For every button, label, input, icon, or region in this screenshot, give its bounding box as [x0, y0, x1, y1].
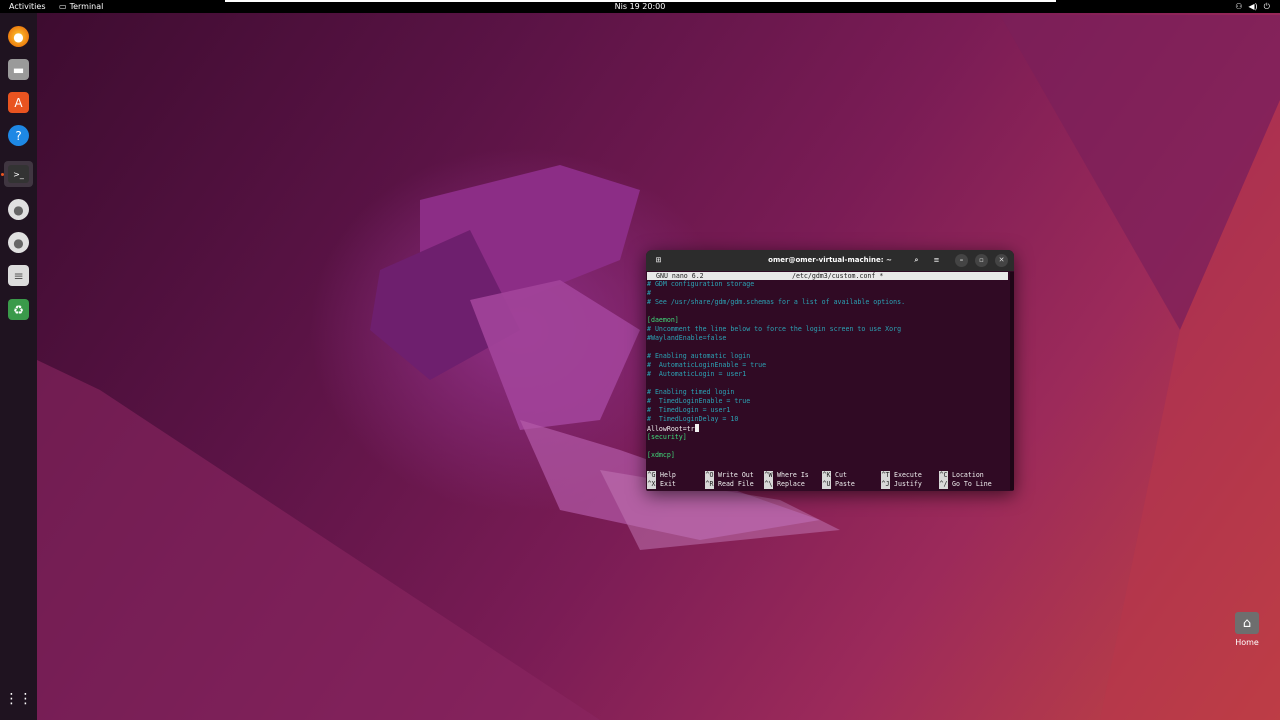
- shortcut-key: ^U: [822, 480, 831, 489]
- shortcut-key: ^/: [939, 480, 948, 489]
- nano-file-name: /etc/gdm3/custom.conf *: [792, 272, 884, 280]
- nano-shortcut: ^T Execute: [881, 471, 922, 480]
- shortcut-label: Location: [952, 471, 984, 479]
- editor-buffer[interactable]: # GDM configuration storage # # See /usr/s…: [647, 280, 1008, 460]
- nano-shortcuts: ^G Help ^O Write Out ^W Where Is ^K Cut ^T Execut…: [647, 471, 1008, 489]
- shortcut-label: Paste: [835, 480, 855, 488]
- shortcut-label: Go To Line: [952, 480, 992, 488]
- shortcut-key: ^T: [881, 471, 890, 480]
- terminal-content[interactable]: GNU nano 6.2 /etc/gdm3/custom.conf * # G…: [647, 272, 1008, 490]
- shortcut-key: ^K: [822, 471, 831, 480]
- nano-title-bar: GNU nano 6.2 /etc/gdm3/custom.conf *: [647, 272, 1008, 280]
- nano-shortcut: ^K Cut: [822, 471, 847, 480]
- shortcut-key: ^G: [647, 471, 656, 480]
- wallpaper-jellyfish: [37, 15, 1280, 720]
- shortcut-key: ^X: [647, 480, 656, 489]
- nano-shortcut: ^W Where Is: [764, 471, 809, 480]
- volume-icon: ◀): [1248, 2, 1258, 11]
- editor-line: # Enabling automatic login: [647, 352, 751, 360]
- shortcut-label: Justify: [894, 480, 922, 488]
- top-panel: Activities ▭ Terminal Nis 19 20:00 ⚇ ◀) …: [0, 0, 1280, 13]
- nano-shortcut: ^\ Replace: [764, 480, 805, 489]
- clock[interactable]: Nis 19 20:00: [615, 0, 666, 13]
- shortcut-key: ^O: [705, 471, 714, 480]
- running-indicator: [1, 173, 4, 176]
- editor-line: # AutomaticLogin = user1: [647, 370, 747, 378]
- shortcut-label: Execute: [894, 471, 922, 479]
- firefox-icon[interactable]: ●: [8, 26, 29, 47]
- shortcut-key: ^\: [764, 480, 773, 489]
- editor-line: AllowRoot=tr: [647, 424, 1008, 433]
- shortcut-key: ^R: [705, 480, 714, 489]
- disc-icon[interactable]: ●: [8, 232, 29, 253]
- editor-line: [daemon]: [647, 316, 679, 324]
- nano-shortcut: ^O Write Out: [705, 471, 754, 480]
- shortcut-label: Replace: [777, 480, 805, 488]
- scrollbar[interactable]: [1010, 272, 1014, 490]
- editor-line: [xdmcp]: [647, 451, 675, 459]
- app-menu[interactable]: ▭ Terminal: [59, 0, 103, 13]
- nano-shortcut: ^X Exit: [647, 480, 676, 489]
- files-icon[interactable]: ▬: [8, 59, 29, 80]
- shortcut-label: Help: [660, 471, 676, 479]
- nano-shortcut: ^/ Go To Line: [939, 480, 992, 489]
- shortcut-label: Read File: [718, 480, 754, 488]
- disc-icon[interactable]: ●: [8, 199, 29, 220]
- nano-shortcut: ^G Help: [647, 471, 676, 480]
- maximize-icon[interactable]: ▫: [975, 254, 988, 267]
- activities-button[interactable]: Activities: [9, 0, 46, 13]
- terminal-headerbar[interactable]: ⊞ omer@omer-virtual-machine: ~ ⌕ ≡ – ▫ ✕: [646, 250, 1014, 271]
- editor-line: # AutomaticLoginEnable = true: [647, 361, 767, 369]
- terminal-app-icon: ▭: [59, 2, 67, 11]
- show-apps-icon[interactable]: ⋮⋮: [5, 688, 33, 709]
- shortcut-key: ^W: [764, 471, 773, 480]
- shortcut-key: ^J: [881, 480, 890, 489]
- help-icon[interactable]: ?: [8, 125, 29, 146]
- editor-line: # TimedLoginDelay = 10: [647, 415, 739, 423]
- shortcut-label: Cut: [835, 471, 847, 479]
- drive-icon[interactable]: ≡: [8, 265, 29, 286]
- editor-line: #: [647, 289, 651, 297]
- shortcut-key: ^C: [939, 471, 948, 480]
- editor-line: #WaylandEnable=false: [647, 334, 727, 342]
- home-label: Home: [1235, 638, 1259, 647]
- dock: ● ▬ A ? >_ ● ● ≡ ♻ ⋮⋮: [0, 13, 37, 720]
- nano-shortcut: ^J Justify: [881, 480, 922, 489]
- search-icon[interactable]: ⌕: [910, 254, 923, 267]
- software-icon[interactable]: A: [8, 92, 29, 113]
- text-cursor: [694, 424, 699, 432]
- power-icon: ⏻: [1263, 2, 1270, 11]
- editor-line: # GDM configuration storage: [647, 280, 755, 288]
- home-desktop-icon[interactable]: ⌂ Home: [1228, 612, 1266, 647]
- minimize-icon[interactable]: –: [955, 254, 968, 267]
- terminal-window[interactable]: ⊞ omer@omer-virtual-machine: ~ ⌕ ≡ – ▫ ✕…: [646, 250, 1014, 491]
- close-icon[interactable]: ✕: [995, 254, 1008, 267]
- editor-line: [security]: [647, 433, 687, 441]
- system-tray[interactable]: ⚇ ◀) ⏻: [1235, 0, 1270, 13]
- editor-line: # See /usr/share/gdm/gdm.schemas for a l…: [647, 298, 906, 306]
- editor-line: # TimedLogin = user1: [647, 406, 731, 414]
- network-icon: ⚇: [1235, 2, 1243, 11]
- home-folder-icon: ⌂: [1235, 612, 1259, 634]
- shortcut-label: Where Is: [777, 471, 809, 479]
- nano-shortcut: ^U Paste: [822, 480, 855, 489]
- menu-icon[interactable]: ≡: [930, 254, 943, 267]
- app-menu-label: Terminal: [69, 2, 104, 11]
- shortcut-label: Write Out: [718, 471, 754, 479]
- nano-version: GNU nano 6.2: [656, 272, 704, 280]
- trash-icon[interactable]: ♻: [8, 299, 29, 320]
- shortcut-label: Exit: [660, 480, 676, 488]
- editor-line: # Uncomment the line below to force the …: [647, 325, 902, 333]
- terminal-icon[interactable]: >_: [4, 161, 33, 187]
- editor-line: # TimedLoginEnable = true: [647, 397, 751, 405]
- nano-shortcut: ^C Location: [939, 471, 984, 480]
- editor-line: # Enabling timed login: [647, 388, 735, 396]
- nano-shortcut: ^R Read File: [705, 480, 754, 489]
